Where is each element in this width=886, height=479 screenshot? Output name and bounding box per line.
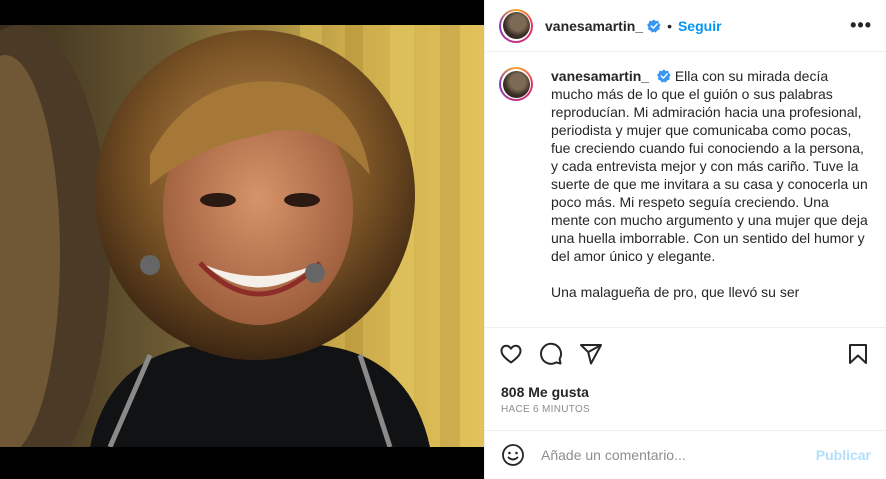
post-header: vanesamartin_ • Seguir ••• bbox=[485, 0, 886, 52]
caption-username[interactable]: vanesamartin_ bbox=[551, 68, 649, 84]
avatar[interactable] bbox=[499, 8, 533, 43]
avatar-image bbox=[502, 12, 530, 39]
post-photo[interactable] bbox=[0, 25, 484, 447]
caption-text-2: Una malagueña de pro, que llevó su ser bbox=[551, 284, 800, 300]
bookmark-icon bbox=[849, 344, 867, 364]
likes-count[interactable]: 808 Me gusta bbox=[501, 384, 589, 400]
avatar-image bbox=[502, 70, 530, 98]
action-bar bbox=[499, 342, 872, 368]
portrait-image bbox=[0, 25, 484, 447]
separator-dot: • bbox=[667, 17, 672, 34]
follow-button[interactable]: Seguir bbox=[678, 18, 722, 34]
caption-avatar[interactable] bbox=[499, 67, 533, 101]
divider bbox=[485, 327, 886, 328]
save-button[interactable] bbox=[846, 342, 872, 368]
comment-button[interactable] bbox=[539, 342, 565, 368]
caption: vanesamartin_ Ella con su mirada decía m… bbox=[551, 67, 871, 327]
share-button[interactable] bbox=[579, 342, 605, 368]
caption-scroll-area[interactable]: vanesamartin_ Ella con su mirada decía m… bbox=[485, 53, 886, 327]
caption-text: Ella con su mirada decía mucho más de lo… bbox=[551, 68, 868, 264]
more-options-icon[interactable]: ••• bbox=[850, 15, 872, 36]
comment-input[interactable] bbox=[541, 447, 816, 463]
paper-plane-icon bbox=[580, 344, 602, 365]
publish-button[interactable]: Publicar bbox=[816, 447, 871, 463]
comment-form: Publicar bbox=[485, 430, 886, 479]
smiley-icon[interactable] bbox=[501, 443, 525, 467]
verified-badge-icon bbox=[647, 18, 661, 33]
verified-badge-icon bbox=[656, 69, 671, 83]
header-username[interactable]: vanesamartin_ bbox=[545, 18, 643, 34]
comment-bubble-icon bbox=[540, 342, 563, 365]
post-media[interactable] bbox=[0, 0, 484, 479]
heart-icon bbox=[500, 344, 522, 364]
post-side-panel: vanesamartin_ • Seguir ••• vanesamartin_… bbox=[484, 0, 886, 479]
post-timestamp[interactable]: HACE 6 MINUTOS bbox=[501, 404, 590, 415]
like-button[interactable] bbox=[499, 342, 525, 368]
